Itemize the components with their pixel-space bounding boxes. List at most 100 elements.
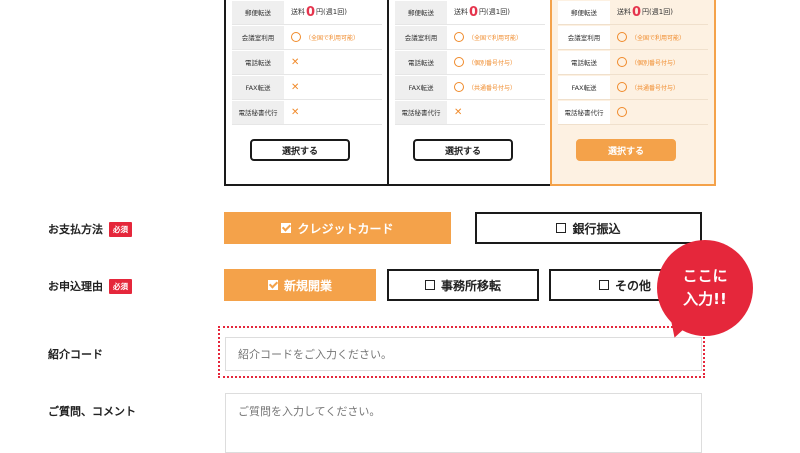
payment-option-credit-card[interactable]: クレジットカード (224, 212, 451, 244)
row-label: 郵便転送 (232, 0, 284, 24)
cross-icon: ✕ (291, 56, 300, 68)
callout-line-1: ここに (682, 267, 728, 285)
question-comment-textarea[interactable] (225, 393, 702, 453)
checkbox-checked-icon (281, 223, 292, 233)
circle-icon (617, 57, 627, 67)
price-number: 0 (632, 4, 642, 20)
checkbox-checked-icon (267, 280, 278, 290)
circle-icon (617, 32, 627, 42)
payment-option-bank-transfer[interactable]: 銀行振込 (475, 212, 702, 244)
row-value: （共通番号付与） (447, 82, 516, 92)
option-label: クレジットカード (297, 221, 394, 236)
plan-row: 電話転送 ✕ (232, 50, 382, 75)
row-value: 送料 0 円(週1回) (284, 5, 347, 20)
circle-icon (291, 32, 301, 42)
row-label: 郵便転送 (558, 0, 610, 24)
row-note: （全国で利用可能） (305, 34, 360, 42)
plan-row: 電話秘書代行 ✕ (395, 100, 545, 125)
row-note: （全国で利用可能） (631, 34, 686, 42)
option-label: その他 (614, 278, 651, 293)
row-label: 会議室利用 (395, 25, 447, 49)
reason-option-office-relocation[interactable]: 事務所移転 (387, 269, 539, 301)
value-suffix: 円(週1回) (642, 8, 673, 16)
row-label: 電話秘書代行 (232, 100, 284, 124)
plan-card-3: 郵便転送 送料 0 円(週1回) 会議室利用 （全国で利用可能） 電話転送 （個… (550, 0, 716, 186)
row-note: （個別番号付与） (631, 59, 680, 67)
row-value: 送料 0 円(週1回) (610, 5, 673, 20)
plan-row: 電話転送 （個別番号付与） (558, 50, 708, 75)
plan-card-2: 郵便転送 送料 0 円(週1回) 会議室利用 （全国で利用可能） 電話転送 （個… (387, 0, 553, 186)
select-plan-1-button[interactable]: 選択する (250, 139, 350, 161)
plan-row: FAX転送 （共通番号付与） (558, 75, 708, 100)
row-label: 会議室利用 (232, 25, 284, 49)
option-label: 事務所移転 (440, 278, 501, 293)
option-label: 銀行振込 (572, 221, 621, 236)
circle-icon (454, 57, 464, 67)
row-note: （全国で利用可能） (468, 34, 523, 42)
row-label: 電話秘書代行 (558, 100, 610, 124)
circle-icon (454, 32, 464, 42)
required-badge: 必須 (109, 278, 132, 294)
plan-row: FAX転送 ✕ (232, 75, 382, 100)
cross-icon: ✕ (291, 106, 300, 118)
payment-method-label: お支払方法 必須 (48, 221, 132, 237)
row-value: ✕ (284, 82, 299, 93)
plan-row: 郵便転送 送料 0 円(週1回) (232, 0, 382, 25)
payment-label-text: お支払方法 (48, 223, 103, 236)
row-label: 電話転送 (232, 50, 284, 74)
row-label: 電話転送 (395, 50, 447, 74)
option-label: 新規開業 (283, 278, 332, 293)
circle-icon (617, 82, 627, 92)
circle-icon (617, 107, 627, 117)
plan-row: 会議室利用 （全国で利用可能） (232, 25, 382, 50)
checkbox-icon (598, 280, 609, 290)
enter-here-callout: ここに 入力!! (657, 240, 753, 336)
row-label: 電話転送 (558, 50, 610, 74)
plan-row: FAX転送 （共通番号付与） (395, 75, 545, 100)
price-number: 0 (469, 4, 479, 20)
plan-row: 電話秘書代行 (558, 100, 708, 125)
plan-row: 郵便転送 送料 0 円(週1回) (395, 0, 545, 25)
plan-row: 郵便転送 送料 0 円(週1回) (558, 0, 708, 25)
row-label: FAX転送 (232, 75, 284, 99)
row-note: （共通番号付与） (631, 84, 680, 92)
value-suffix: 円(週1回) (316, 8, 347, 16)
row-value: （全国で利用可能） (447, 32, 522, 42)
plan-row: 電話秘書代行 ✕ (232, 100, 382, 125)
cross-icon: ✕ (291, 81, 300, 93)
cross-icon: ✕ (454, 106, 463, 118)
reason-label-text: お申込理由 (48, 280, 103, 293)
checkbox-icon (556, 223, 567, 233)
row-value (610, 107, 631, 117)
referral-code-label: 紹介コード (48, 348, 103, 361)
select-plan-2-button[interactable]: 選択する (413, 139, 513, 161)
row-note: （個別番号付与） (468, 59, 517, 67)
row-value: ✕ (284, 57, 299, 68)
row-label: 電話秘書代行 (395, 100, 447, 124)
select-plan-3-button[interactable]: 選択する (576, 139, 676, 161)
plan-row: 会議室利用 （全国で利用可能） (558, 25, 708, 50)
row-label: 会議室利用 (558, 25, 610, 49)
row-value: （共通番号付与） (610, 82, 679, 92)
application-reason-label: お申込理由 必須 (48, 278, 132, 294)
row-label: FAX転送 (395, 75, 447, 99)
plan-row: 電話転送 （個別番号付与） (395, 50, 545, 75)
plan-card-1: 郵便転送 送料 0 円(週1回) 会議室利用 （全国で利用可能） 電話転送 ✕ … (224, 0, 390, 186)
row-label: FAX転送 (558, 75, 610, 99)
row-label: 郵便転送 (395, 0, 447, 24)
row-value: （個別番号付与） (610, 57, 679, 67)
required-badge: 必須 (109, 221, 132, 237)
value-prefix: 送料 (617, 8, 631, 16)
referral-code-input[interactable] (225, 337, 702, 371)
reason-option-new-business[interactable]: 新規開業 (224, 269, 376, 301)
row-value: ✕ (284, 107, 299, 118)
row-value: （全国で利用可能） (610, 32, 685, 42)
row-value: （全国で利用可能） (284, 32, 359, 42)
value-prefix: 送料 (454, 8, 468, 16)
value-prefix: 送料 (291, 8, 305, 16)
row-note: （共通番号付与） (468, 84, 517, 92)
row-value: 送料 0 円(週1回) (447, 5, 510, 20)
question-comment-label: ご質問、コメント (48, 405, 136, 418)
row-value: ✕ (447, 107, 462, 118)
row-value: （個別番号付与） (447, 57, 516, 67)
